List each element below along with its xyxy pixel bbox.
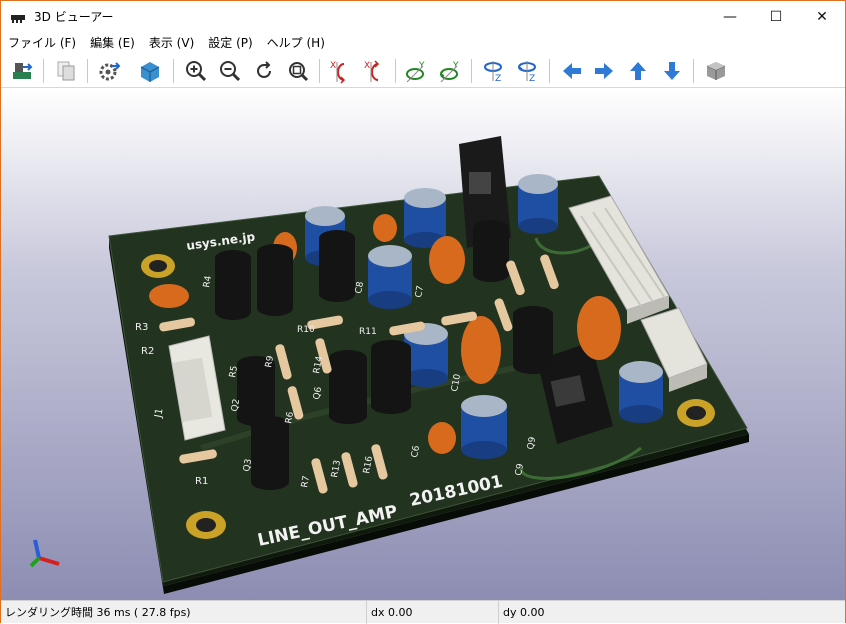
rotate-x-cw-button[interactable]: X	[325, 56, 355, 86]
menu-help[interactable]: ヘルプ (H)	[260, 34, 332, 51]
axis-indicator	[29, 539, 60, 568]
move-right-button[interactable]	[589, 56, 619, 86]
ref-label: R10	[297, 325, 315, 335]
rotate-z-ccw-button[interactable]: Z	[513, 56, 543, 86]
3d-box-button[interactable]	[135, 56, 165, 86]
to92-transistor	[371, 340, 411, 414]
redraw-icon	[257, 61, 271, 78]
ref-label: C9	[514, 463, 526, 477]
redraw-button[interactable]	[249, 56, 279, 86]
zoom-out-button[interactable]	[215, 56, 245, 86]
ref-label: R9	[264, 355, 276, 369]
ref-label: R4	[202, 275, 214, 289]
rotate-x-ccw-icon: X	[364, 60, 380, 82]
ref-label: R3	[135, 322, 148, 333]
zoom-in-icon	[186, 61, 207, 82]
viewer-window: 3D ビューアー — ☐ ✕ ファイル (F) 編集 (E) 表示 (V) 設定…	[0, 0, 846, 624]
dx-status: dx 0.00	[367, 600, 499, 624]
render-settings-button[interactable]	[95, 56, 125, 86]
minimize-button[interactable]: —	[707, 1, 753, 32]
copy-image-icon	[57, 61, 75, 81]
menu-edit[interactable]: 編集 (E)	[83, 34, 142, 51]
electrolytic-capacitor	[368, 245, 412, 309]
move-right-icon	[595, 63, 613, 79]
ref-label: R11	[359, 327, 377, 337]
rotate-z-cw-button[interactable]: Z	[479, 56, 509, 86]
render-time-status: レンダリング時間 36 ms ( 27.8 fps)	[1, 600, 367, 624]
maximize-button[interactable]: ☐	[753, 1, 799, 32]
ceramic-capacitor	[461, 316, 501, 384]
menu-file[interactable]: ファイル (F)	[1, 34, 83, 51]
ref-label: R1	[195, 476, 208, 487]
move-up-button[interactable]	[623, 56, 653, 86]
reload-board-icon	[13, 63, 33, 79]
svg-text:X: X	[364, 61, 370, 71]
zoom-fit-icon	[289, 62, 309, 82]
to92-transistor	[215, 250, 251, 320]
to92-transistor	[319, 230, 355, 302]
electrolytic-capacitor	[461, 395, 507, 459]
to92-transistor	[473, 220, 509, 282]
electrolytic-capacitor	[518, 174, 558, 234]
menu-view[interactable]: 表示 (V)	[142, 34, 201, 51]
svg-text:Z: Z	[529, 74, 535, 84]
render-settings-icon	[99, 62, 121, 81]
rotate-z-cw-icon: Z	[484, 61, 502, 84]
rotate-x-cw-icon: X	[330, 61, 346, 84]
rotate-y-cw-icon: Y	[406, 61, 425, 83]
menu-bar: ファイル (F) 編集 (E) 表示 (V) 設定 (P) ヘルプ (H)	[1, 32, 845, 53]
ref-label: R7	[300, 475, 312, 489]
3d-box-icon	[140, 62, 160, 82]
move-up-icon	[630, 62, 646, 80]
zoom-fit-button[interactable]	[283, 56, 313, 86]
dy-status: dy 0.00	[503, 605, 545, 619]
mounting-hole	[186, 511, 226, 539]
ortho-view-icon	[706, 62, 726, 80]
ref-label: R6	[284, 411, 296, 425]
electrolytic-capacitor	[619, 361, 663, 423]
ref-label: R2	[141, 346, 154, 357]
svg-text:Z: Z	[495, 74, 501, 84]
zoom-out-icon	[220, 61, 241, 82]
ref-label: R5	[228, 365, 240, 379]
ref-label: C8	[354, 281, 366, 295]
rotate-y-ccw-button[interactable]: Y	[435, 56, 465, 86]
copy-image-button[interactable]	[51, 56, 81, 86]
ceramic-capacitor	[429, 236, 465, 284]
to92-transistor	[513, 306, 553, 374]
pcb-render: J1 usys.ne.jp LINE_OUT_AMP 20181001 R1 R…	[29, 136, 749, 594]
toolbar: X X Y Y Z Z	[1, 53, 845, 88]
ceramic-capacitor	[373, 214, 397, 242]
move-left-icon	[563, 63, 581, 79]
to92-transistor	[329, 350, 367, 424]
status-bar: レンダリング時間 36 ms ( 27.8 fps) dx 0.00 dy 0.…	[1, 600, 845, 624]
mounting-hole	[141, 254, 175, 278]
ceramic-capacitor	[149, 284, 189, 308]
move-down-icon	[664, 62, 680, 80]
rotate-z-ccw-icon: Z	[517, 61, 536, 84]
3d-viewport[interactable]: J1 usys.ne.jp LINE_OUT_AMP 20181001 R1 R…	[1, 88, 845, 600]
mounting-hole	[677, 399, 715, 427]
zoom-in-button[interactable]	[181, 56, 211, 86]
window-title: 3D ビューアー	[34, 10, 114, 24]
reload-board-button[interactable]	[7, 56, 37, 86]
ref-label: C6	[410, 445, 422, 459]
to92-transistor	[257, 244, 293, 316]
title-bar[interactable]: 3D ビューアー — ☐ ✕	[1, 1, 845, 32]
rotate-y-cw-button[interactable]: Y	[401, 56, 431, 86]
to92-transistor	[251, 416, 289, 490]
svg-text:J1: J1	[153, 407, 166, 419]
rotate-y-ccw-icon: Y	[439, 61, 459, 83]
move-down-button[interactable]	[657, 56, 687, 86]
chip-icon	[11, 14, 25, 23]
svg-text:X: X	[330, 61, 336, 71]
menu-preferences[interactable]: 設定 (P)	[201, 34, 259, 51]
rotate-x-ccw-button[interactable]: X	[359, 56, 389, 86]
move-left-button[interactable]	[557, 56, 587, 86]
ceramic-capacitor	[428, 422, 456, 454]
ref-label: C7	[414, 285, 426, 299]
ceramic-capacitor	[577, 296, 621, 360]
ortho-view-button[interactable]	[701, 56, 731, 86]
close-button[interactable]: ✕	[799, 1, 845, 32]
